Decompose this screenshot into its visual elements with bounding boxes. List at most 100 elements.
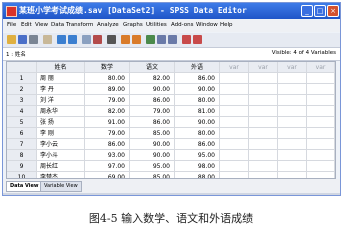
cell-math[interactable]: 69.00 <box>85 172 130 178</box>
row-number[interactable]: 9 <box>7 161 37 172</box>
use-sets-icon[interactable] <box>193 35 202 44</box>
row-number[interactable]: 6 <box>7 128 37 139</box>
cell-name[interactable]: 周 丽 <box>37 73 85 84</box>
cell-math[interactable]: 86.00 <box>85 139 130 150</box>
undo-icon[interactable] <box>57 35 66 44</box>
save-icon[interactable] <box>18 35 27 44</box>
cell-english[interactable]: 98.00 <box>175 161 220 172</box>
cell-name[interactable]: 周永华 <box>37 106 85 117</box>
row-number[interactable]: 7 <box>7 139 37 150</box>
insert-case-icon[interactable] <box>121 35 130 44</box>
insert-variable-icon[interactable] <box>132 35 141 44</box>
cell-empty[interactable] <box>307 150 335 161</box>
cell-empty[interactable] <box>220 150 249 161</box>
cell-chinese[interactable]: 86.00 <box>130 117 175 128</box>
row-number[interactable]: 1 <box>7 73 37 84</box>
cell-name[interactable]: 李小云 <box>37 139 85 150</box>
cell-empty[interactable] <box>249 172 278 178</box>
cell-empty[interactable] <box>220 106 249 117</box>
cell-empty[interactable] <box>278 84 307 95</box>
menu-analyze[interactable]: Analyze <box>97 22 119 28</box>
value-labels-icon[interactable] <box>182 35 191 44</box>
cell-english[interactable]: 88.00 <box>175 172 220 178</box>
cell-empty[interactable] <box>278 161 307 172</box>
cell-chinese[interactable]: 95.00 <box>130 161 175 172</box>
weight-cases-icon[interactable] <box>157 35 166 44</box>
cell-empty[interactable] <box>307 172 335 178</box>
corner-cell[interactable] <box>7 62 37 73</box>
cell-name[interactable]: 李 丹 <box>37 84 85 95</box>
column-header-var[interactable]: var <box>220 62 249 73</box>
cell-empty[interactable] <box>307 128 335 139</box>
cell-empty[interactable] <box>307 161 335 172</box>
menu-transform[interactable]: Transform <box>66 22 93 28</box>
cell-empty[interactable] <box>220 95 249 106</box>
minimize-button[interactable]: _ <box>301 5 313 17</box>
cell-empty[interactable] <box>220 128 249 139</box>
cell-math[interactable]: 91.00 <box>85 117 130 128</box>
column-header-name[interactable]: 姓名 <box>37 62 85 73</box>
row-number[interactable]: 3 <box>7 95 37 106</box>
cell-empty[interactable] <box>278 95 307 106</box>
menu-view[interactable]: View <box>35 22 48 28</box>
cell-english[interactable]: 90.00 <box>175 84 220 95</box>
row-number[interactable]: 8 <box>7 150 37 161</box>
open-icon[interactable] <box>7 35 16 44</box>
cell-english[interactable]: 95.00 <box>175 150 220 161</box>
cell-chinese[interactable]: 86.00 <box>130 95 175 106</box>
menu-graphs[interactable]: Graphs <box>123 22 143 28</box>
title-bar[interactable]: 某班小学考试成绩.sav [DataSet2] - SPSS Data Edit… <box>3 3 340 19</box>
column-header-math[interactable]: 数学 <box>85 62 130 73</box>
cell-math[interactable]: 89.00 <box>85 84 130 95</box>
cell-empty[interactable] <box>278 106 307 117</box>
cell-chinese[interactable]: 79.00 <box>130 106 175 117</box>
cell-name[interactable]: 周长红 <box>37 161 85 172</box>
cell-name[interactable]: 张 扬 <box>37 117 85 128</box>
variables-icon[interactable] <box>93 35 102 44</box>
row-number[interactable]: 5 <box>7 117 37 128</box>
redo-icon[interactable] <box>68 35 77 44</box>
row-number[interactable]: 4 <box>7 106 37 117</box>
column-header-english[interactable]: 外语 <box>175 62 220 73</box>
cell-math[interactable]: 79.00 <box>85 95 130 106</box>
cell-chinese[interactable]: 85.00 <box>130 172 175 178</box>
cell-math[interactable]: 82.00 <box>85 106 130 117</box>
column-header-var[interactable]: var <box>307 62 335 73</box>
cell-empty[interactable] <box>307 117 335 128</box>
cell-empty[interactable] <box>249 139 278 150</box>
find-icon[interactable] <box>107 35 116 44</box>
tab-variable-view[interactable]: Variable View <box>40 181 82 192</box>
cell-empty[interactable] <box>249 150 278 161</box>
cell-empty[interactable] <box>220 117 249 128</box>
cell-english[interactable]: 86.00 <box>175 139 220 150</box>
menu-data[interactable]: Data <box>51 22 64 28</box>
cell-empty[interactable] <box>249 106 278 117</box>
cell-empty[interactable] <box>307 73 335 84</box>
row-number[interactable]: 2 <box>7 84 37 95</box>
cell-english[interactable]: 80.00 <box>175 128 220 139</box>
cell-english[interactable]: 86.00 <box>175 73 220 84</box>
tab-data-view[interactable]: Data View <box>6 181 43 192</box>
cell-empty[interactable] <box>220 161 249 172</box>
cell-chinese[interactable]: 90.00 <box>130 139 175 150</box>
cell-empty[interactable] <box>307 95 335 106</box>
cell-name[interactable]: 刘 洋 <box>37 95 85 106</box>
menu-help[interactable]: Help <box>220 22 233 28</box>
cell-empty[interactable] <box>249 95 278 106</box>
cell-empty[interactable] <box>278 128 307 139</box>
cell-empty[interactable] <box>220 73 249 84</box>
cell-chinese[interactable]: 85.00 <box>130 128 175 139</box>
cell-empty[interactable] <box>278 139 307 150</box>
cell-chinese[interactable]: 90.00 <box>130 84 175 95</box>
menu-file[interactable]: File <box>7 22 16 28</box>
recall-dialog-icon[interactable] <box>43 35 52 44</box>
cell-empty[interactable] <box>220 172 249 178</box>
close-button[interactable]: × <box>327 5 339 17</box>
cell-empty[interactable] <box>307 139 335 150</box>
cell-math[interactable]: 93.00 <box>85 150 130 161</box>
goto-case-icon[interactable] <box>82 35 91 44</box>
cell-empty[interactable] <box>278 117 307 128</box>
print-icon[interactable] <box>29 35 38 44</box>
menu-window[interactable]: Window <box>196 22 218 28</box>
column-header-var[interactable]: var <box>278 62 307 73</box>
